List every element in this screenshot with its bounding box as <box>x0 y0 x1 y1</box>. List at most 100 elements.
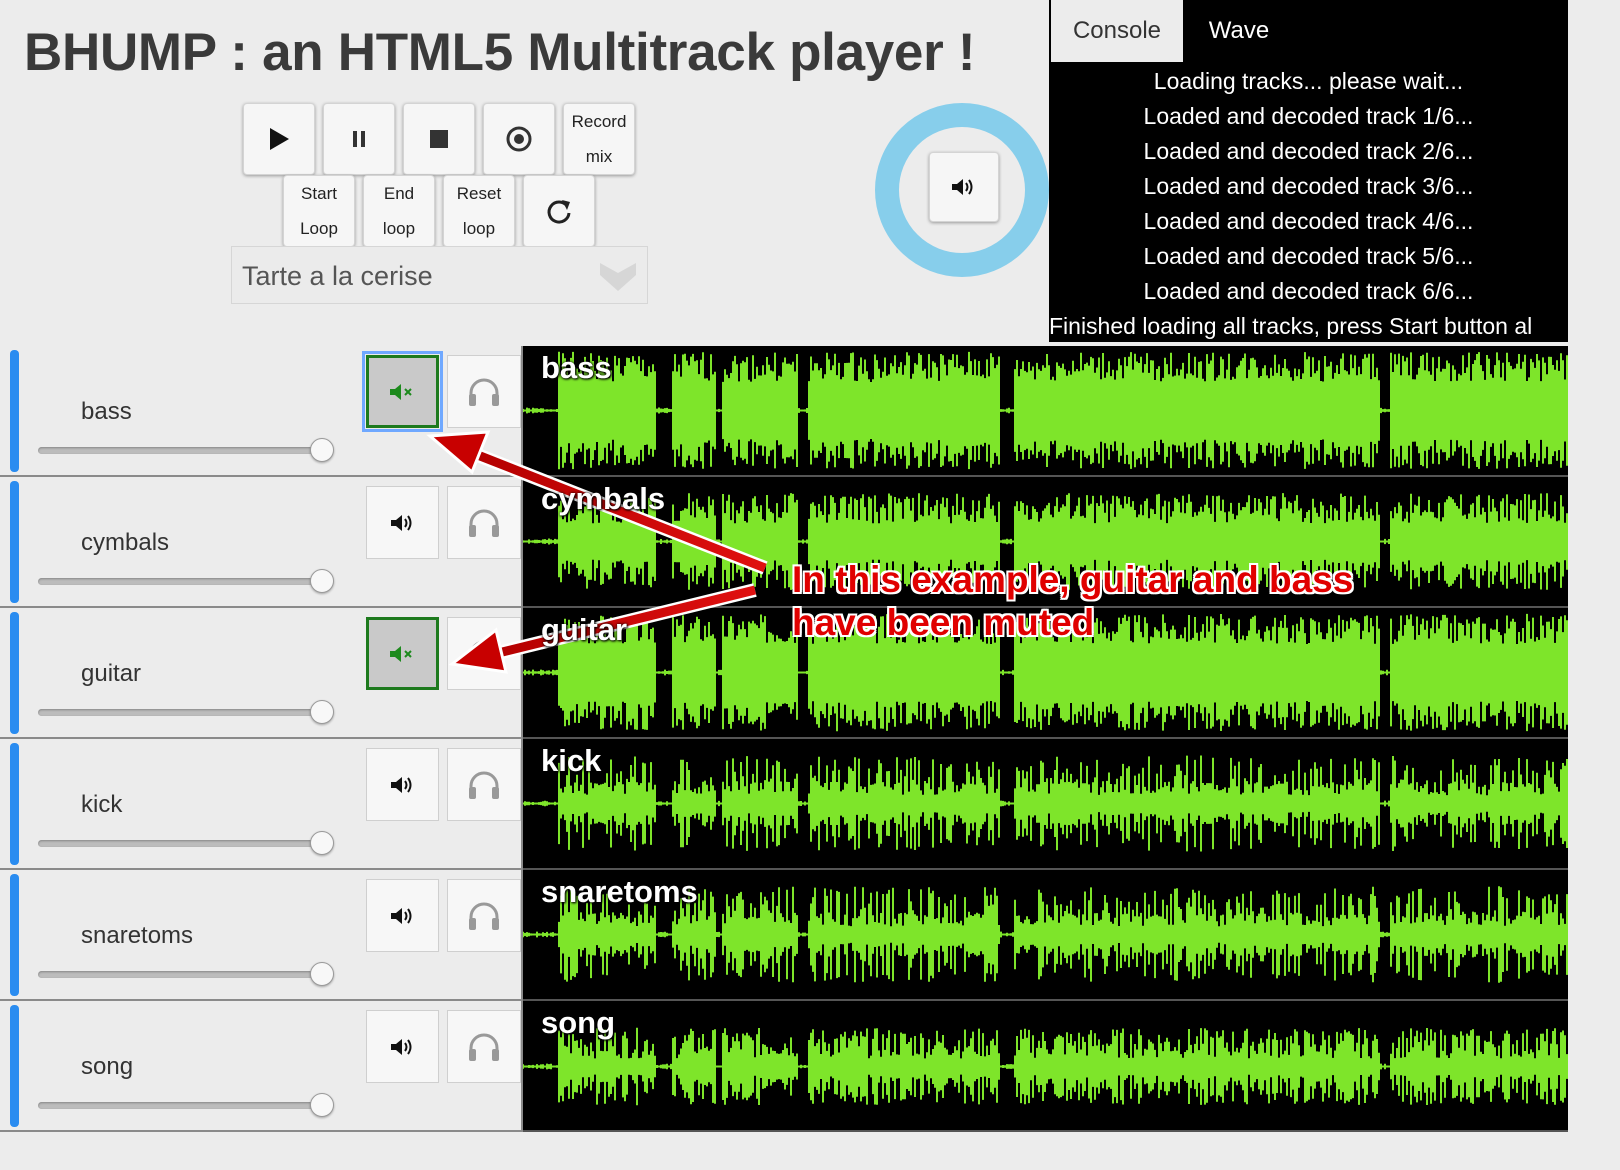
solo-button[interactable] <box>447 748 521 821</box>
console-output: Loading tracks... please wait... Loaded … <box>1049 62 1568 342</box>
volume-slider[interactable] <box>38 840 322 847</box>
track-name: cymbals <box>81 529 170 556</box>
record-button[interactable] <box>483 103 555 175</box>
reload-icon <box>547 200 571 224</box>
headphones-icon <box>469 509 499 537</box>
waveform-label: snaretoms <box>541 874 698 909</box>
play-button[interactable] <box>243 103 315 175</box>
console-line: Finished loading all tracks, press Start… <box>1049 313 1533 339</box>
waveform <box>523 1027 1568 1106</box>
solo-button[interactable] <box>447 1010 521 1083</box>
track-snaretoms: snaretoms <box>0 870 523 1001</box>
start-loop-button[interactable]: Start Loop <box>283 175 355 247</box>
mute-button[interactable] <box>366 879 439 952</box>
waveform-label: kick <box>541 743 602 778</box>
tab-bar: Console Wave <box>1049 0 1568 62</box>
track-kick: kick <box>0 739 523 870</box>
track-cymbals: cymbals <box>0 477 523 608</box>
end-loop-label-2: loop <box>382 219 416 238</box>
volume-slider-handle[interactable] <box>310 831 334 855</box>
reset-loop-button[interactable]: Reset loop <box>443 175 515 247</box>
record-mix-label-2: mix <box>585 147 613 166</box>
reload-button[interactable] <box>523 175 595 247</box>
start-loop-label-2: Loop <box>300 219 338 238</box>
annotation-text: In this example, guitar and bass have be… <box>792 558 1353 644</box>
waveform-song[interactable]: song <box>523 1001 1568 1132</box>
console-line: Loaded and decoded track 3/6... <box>1143 173 1474 199</box>
waveform <box>523 351 1568 470</box>
headphones-icon <box>469 640 499 668</box>
track-accent <box>10 350 19 472</box>
volume-slider-handle[interactable] <box>310 438 334 462</box>
stop-button[interactable] <box>403 103 475 175</box>
master-mute-button[interactable] <box>929 152 999 222</box>
mute-button[interactable] <box>362 351 443 432</box>
waveform-bass[interactable]: bass <box>523 346 1568 477</box>
track-guitar: guitar <box>0 608 523 739</box>
track-name: bass <box>81 398 132 425</box>
volume-slider[interactable] <box>38 447 322 454</box>
console-line: Loaded and decoded track 4/6... <box>1143 208 1474 234</box>
reset-loop-label-1: Reset <box>456 184 502 203</box>
waveform-kick[interactable]: kick <box>523 739 1568 870</box>
song-select-value: Tarte a la cerise <box>242 261 433 291</box>
track-name: kick <box>81 791 123 818</box>
track-accent <box>10 874 19 996</box>
track-accent <box>10 612 19 734</box>
track-name: snaretoms <box>81 922 194 949</box>
headphones-icon <box>469 378 499 406</box>
tracks-panel: bass cymbals guitar kick snaretoms song <box>0 346 523 1132</box>
volume-slider[interactable] <box>38 709 322 716</box>
waveform <box>523 755 1568 852</box>
pause-icon <box>353 131 365 147</box>
mute-button[interactable] <box>366 748 439 821</box>
waveform-label: guitar <box>541 612 628 647</box>
console-line: Loaded and decoded track 6/6... <box>1143 278 1474 304</box>
end-loop-button[interactable]: End loop <box>363 175 435 247</box>
solo-button[interactable] <box>447 879 521 952</box>
chevron-down-icon <box>600 263 636 291</box>
speaker-muted-icon <box>389 383 412 400</box>
waveform-panel[interactable]: bass cymbals guitar kick snaretoms song <box>523 346 1568 1132</box>
stop-icon <box>430 130 448 148</box>
track-name: song <box>81 1053 134 1080</box>
track-accent <box>10 1005 19 1127</box>
volume-slider-handle[interactable] <box>310 1093 334 1117</box>
song-select[interactable]: Tarte a la cerise <box>231 246 648 304</box>
record-icon <box>506 126 532 152</box>
record-mix-button[interactable]: Record mix <box>563 103 635 175</box>
volume-slider[interactable] <box>38 971 322 978</box>
volume-slider[interactable] <box>38 1102 322 1109</box>
pause-button[interactable] <box>323 103 395 175</box>
start-loop-label-1: Start <box>301 184 337 203</box>
solo-button[interactable] <box>447 486 521 559</box>
volume-slider-handle[interactable] <box>310 569 334 593</box>
console-line: Loaded and decoded track 1/6... <box>1143 103 1474 129</box>
solo-button[interactable] <box>447 355 521 428</box>
headphones-icon <box>469 771 499 799</box>
solo-button[interactable] <box>447 617 521 690</box>
track-song: song <box>0 1001 523 1132</box>
record-mix-label-1: Record <box>571 112 627 131</box>
tab-console[interactable]: Console <box>1051 0 1183 62</box>
speaker-icon <box>390 907 411 924</box>
waveform-snaretoms[interactable]: snaretoms <box>523 870 1568 1001</box>
volume-slider-handle[interactable] <box>310 700 334 724</box>
speaker-icon <box>390 1038 411 1055</box>
volume-slider-handle[interactable] <box>310 962 334 986</box>
mute-button[interactable] <box>366 617 439 690</box>
speaker-icon <box>390 776 411 793</box>
annotation-line-1: In this example, guitar and bass <box>792 559 1354 600</box>
tab-wave[interactable]: Wave <box>1199 0 1279 62</box>
track-bass: bass <box>0 346 523 477</box>
waveform-label: cymbals <box>541 481 666 516</box>
waveform-label: bass <box>541 350 612 385</box>
volume-slider[interactable] <box>38 578 322 585</box>
mute-button[interactable] <box>366 1010 439 1083</box>
waveform-label: song <box>541 1005 616 1040</box>
console-line: Loading tracks... please wait... <box>1153 68 1464 94</box>
mute-button[interactable] <box>366 486 439 559</box>
speaker-icon <box>952 179 973 195</box>
track-accent <box>10 743 19 865</box>
console-line: Loaded and decoded track 5/6... <box>1143 243 1474 269</box>
